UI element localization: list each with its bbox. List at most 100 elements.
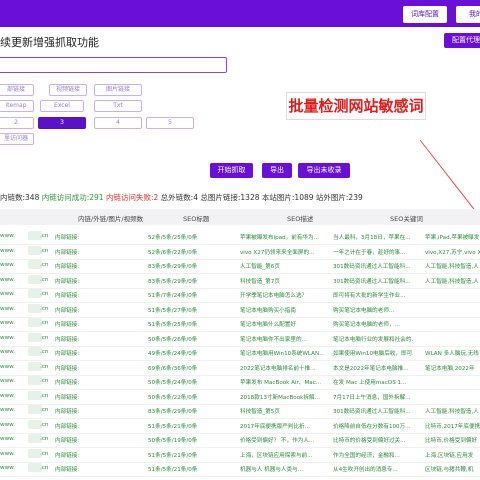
row-link-type: 内部链接: [55, 351, 80, 357]
row-seo-description: 从4生吹开创出的消息专... [333, 467, 398, 473]
row-link-counts: 51条/5条/27条/0条 [148, 307, 198, 314]
row-link-counts: 49条/5条/24条/0条 [148, 351, 198, 357]
row-link-type: 内部链接: [55, 409, 80, 415]
row-link-counts: 50条/5条/22条/0条 [148, 394, 198, 401]
row-seo-description: 301数码资讯通过人工智能科... [333, 278, 411, 285]
row-link-type: 内部链接: [55, 423, 80, 430]
row-link-counts: 52条/6条/22条/0条 [148, 249, 198, 256]
row-seo-description: 本文是2022年笔记本电脑推... [333, 365, 409, 372]
row-link-type: 内部链接: [55, 249, 80, 256]
row-link-type: 内部链接: [55, 365, 80, 372]
row-seo-title: 2017年底便携版严判比折... [240, 423, 310, 430]
row-link-type: 内部链接: [55, 322, 80, 328]
internal-fail-count: 内链访问失败:2 [105, 193, 159, 202]
row-link-counts: 50条/5条/19条/0条 [148, 438, 198, 444]
row-seo-keywords: 比特币,2017年底便携 [425, 423, 480, 430]
row-seo-keywords: 区块链,与猪共鞭,机 [425, 467, 474, 473]
row-seo-description: 购买笔记本电脑的老师... [333, 307, 395, 314]
row-link-counts: 51条/5条/21条/0条 [148, 423, 198, 430]
row-url-tail: .cn [40, 247, 49, 254]
row-url-tail: .cn [40, 291, 49, 297]
row-url-tail: .cn [40, 421, 49, 428]
row-seo-keywords: 苹果,iPad,苹果被曝发 [425, 235, 480, 241]
row-link-counts: 83条/5条/29条/0条 [148, 264, 198, 270]
row-link-counts: 50条/5条/26条/0条 [148, 336, 198, 343]
row-seo-title: 2022笔记本电脑排名前十推... [240, 365, 316, 372]
row-link-type: 内部链接: [55, 307, 80, 314]
row-link-type: 内部链接: [55, 380, 80, 386]
row-seo-title: 科技智造_第7页 [240, 278, 280, 285]
row-seo-title: 开学季笔记本电脑怎么选？ [240, 293, 308, 299]
row-seo-title: 苹果发布 MacBook Air、Mac... [240, 380, 322, 386]
row-url-tail: .cn [40, 334, 49, 341]
external-link-count: 总外链数:4 [160, 193, 198, 202]
table-row[interactable]: www. 内部链接: 51条/5条/21条/0条 机器与人 机器与人类与... 从4生吹… [0, 460, 480, 477]
row-url-tail: .cn [40, 233, 49, 239]
row-seo-title: 人工智能_第6页 [240, 264, 280, 270]
row-link-type: 内部链接: [55, 336, 80, 343]
crawl-stats: 内链数:348 内链访问成功:291 内链访问失败:2 总外链数:4 总图片链接… [0, 192, 363, 203]
row-url-tail: .cn [40, 262, 49, 268]
row-seo-description: 7月17日上午消息，国外拆解... [333, 394, 411, 401]
col-seo-keywords: SEO关键词 [390, 215, 423, 223]
row-seo-keywords: WLAN 多人脑玩,无线 [425, 351, 479, 357]
row-seo-title: 笔记本电脑购买小指南 [240, 307, 296, 314]
row-seo-description: 作为全国的经济，金融和... [333, 452, 400, 459]
row-seo-description: 如果使用Win10电脑后收，即可... [333, 351, 413, 357]
row-url-tail: .cn [40, 407, 49, 413]
row-seo-description: 在发 Mac 上使用macOS 1... [333, 380, 407, 386]
row-link-counts: 83条/5条/29条/0条 [148, 278, 198, 285]
start-crawl-button[interactable]: 开始抓取 [210, 163, 253, 178]
row-url-tail: .cn [40, 349, 49, 355]
row-link-counts: 51条/5条/25条/0条 [148, 322, 198, 328]
row-seo-title: 价格受到偏好？ 不，作为人... [240, 438, 315, 444]
row-link-type: 内部链接: [55, 438, 80, 444]
export-button[interactable]: 导出 [262, 163, 292, 178]
row-seo-description: 比特币的价格受到偏好过关... [333, 438, 406, 444]
row-url-tail: .cn [40, 363, 49, 370]
row-link-type: 内部链接: [55, 452, 80, 459]
internal-link-count: 内链数:348 [0, 193, 40, 202]
row-seo-title: 笔记本电脑用Win10系统WLAN... [240, 351, 324, 357]
row-seo-keywords: 笔记本电脑,2022年 [425, 365, 475, 372]
row-seo-description: 当人最科，3月18日，苹果在... [333, 235, 411, 241]
row-link-type: 内部链接: [55, 394, 80, 401]
row-url-tail: .cn [40, 450, 49, 457]
row-seo-keywords: 人工智能,科技智造,人 [425, 278, 479, 285]
row-seo-title: 机器与人 机器与人类与... [240, 467, 304, 473]
col-seo-description: SEO描述 [287, 215, 314, 223]
row-link-counts: 69条/6条/36条/0条 [148, 365, 198, 372]
row-seo-keywords: 人工智能,科技智造,人 [425, 409, 479, 415]
row-link-type: 内部链接: [55, 264, 80, 270]
table-header: 内链/外链/图片/视频数 SEO标题 SEO描述 SEO关键词 [0, 209, 480, 225]
row-seo-description: 301数码资讯通过人工智能科... [333, 264, 411, 270]
col-seo-title: SEO标题 [183, 215, 210, 223]
external-image-count: 站外图片:239 [315, 193, 363, 202]
row-seo-title: 笔记本电脑什么配置好 [240, 322, 296, 328]
row-link-counts: 51条/7条/24条/0条 [148, 293, 198, 299]
row-seo-keywords: 人工智能,科技智造,人 [425, 264, 479, 270]
row-url-tail: .cn [40, 378, 49, 384]
row-seo-description: 价格降前自低在分数有100万... [333, 423, 411, 430]
row-link-type: 内部链接: [55, 467, 80, 473]
internal-success-count: 内链访问成功:291 [41, 193, 104, 202]
row-url-tail: .cn [40, 392, 49, 399]
row-link-counts: 51条/5条/21条/0条 [148, 467, 198, 473]
row-link-counts: 50条/5条/24条/0条 [148, 380, 198, 386]
row-link-counts: 51条/5条/21条/0条 [148, 452, 198, 459]
image-link-count: 总图片链接:1328 [200, 193, 260, 202]
row-url-tail: .cn [40, 436, 49, 442]
row-url-tail: .cn [40, 465, 49, 471]
row-seo-keywords: 上海,区块链,应用发 [425, 452, 474, 459]
row-url-tail: .cn [40, 305, 49, 312]
row-seo-title: 科技智造_第5页 [240, 409, 280, 415]
row-link-counts: 83条/5条/29条/0条 [148, 409, 198, 415]
row-seo-description: 即可将有大批的新学生作业... [333, 293, 406, 299]
row-link-counts: 52条/5条/25条/0条 [148, 235, 198, 241]
col-link-counts: 内链/外链/图片/视频数 [78, 215, 144, 223]
site-image-count: 本站图片:1089 [261, 193, 314, 202]
row-link-type: 内部链接: [55, 293, 80, 299]
export-unrecorded-button[interactable]: 导出未收录 [298, 163, 350, 178]
row-seo-description: 一年之计在于春，趁好的事... [333, 249, 406, 256]
row-seo-title: 上海，区块链应用探索与前... [240, 452, 313, 459]
